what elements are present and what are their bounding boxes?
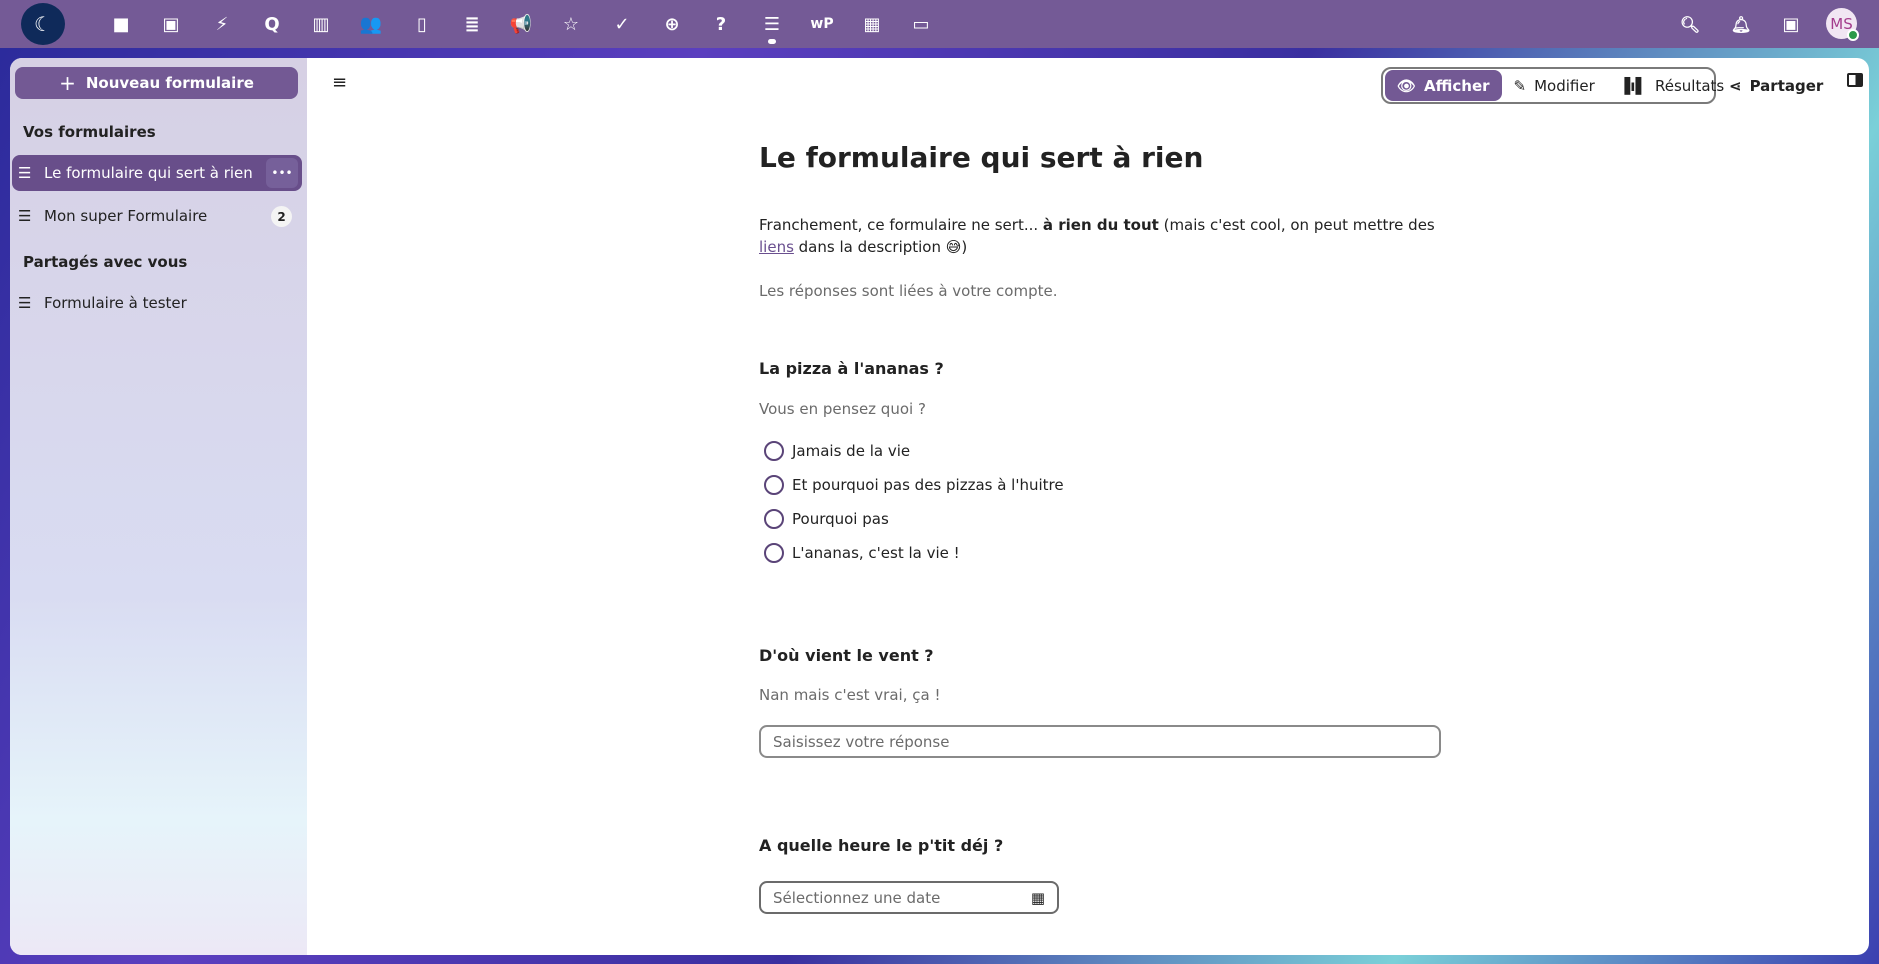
radio-button[interactable] [764,475,784,495]
view-mode-switch: 👁︎ Afficher ✎ Modifier ▐ı▌ Résultats [1381,67,1724,104]
photos-icon[interactable]: ▣ [157,10,185,38]
view-button[interactable]: 👁︎ Afficher [1385,70,1502,101]
logo[interactable]: ☾ [21,3,65,45]
contacts-icon[interactable]: 👥 [357,10,385,38]
page-title: Le formulaire qui sert à rien [759,141,1204,174]
cospend-icon[interactable]: ☆ [557,10,585,38]
sidebar: + Nouveau formulaire Vos formulaires ☰ Le … [10,58,307,955]
form-description: Franchement, ce formulaire ne sert... à … [759,216,1435,256]
tasks-icon[interactable]: ✓ [608,10,636,38]
answer-input[interactable]: Saisissez votre réponse [759,725,1441,758]
account-note: Les réponses sont liées à votre compte. [759,282,1058,300]
help-center-icon[interactable]: ⊕ [658,10,686,38]
desktop-icon[interactable]: ▭ [907,10,935,38]
tables-icon[interactable]: ▦ [858,10,886,38]
calendar-icon[interactable]: ▦ [1031,889,1045,907]
radio-button[interactable] [764,441,784,461]
pencil-icon: ✎ [1513,76,1527,95]
list-icon: ☰ [18,207,32,225]
search-talk-icon[interactable]: Q [258,10,286,38]
question-title: La pizza à l'ananas ? [759,359,944,378]
toggle-sidebar-icon[interactable] [1847,73,1863,87]
search-icon[interactable]: 🔍︎ [1676,10,1704,38]
app-panel: + Nouveau formulaire Vos formulaires ☰ Le … [10,58,1869,955]
share-icon: ⋖ [1729,77,1742,95]
announcements-icon[interactable]: 📢 [507,10,535,38]
new-form-button[interactable]: + Nouveau formulaire [15,67,298,99]
section-your-forms: Vos formulaires [23,123,156,141]
bar-chart-icon: ▐ı▌ [1618,76,1647,95]
files-icon[interactable]: ■ [107,10,135,38]
share-button[interactable]: ⋖ Partager [1729,71,1823,101]
question-title: D'où vient le vent ? [759,646,934,665]
results-button[interactable]: ▐ı▌ Résultats [1607,70,1736,101]
more-actions-button[interactable]: ••• [266,158,298,188]
edit-button[interactable]: ✎ Modifier [1502,70,1607,101]
wordpress-icon[interactable]: wP [808,10,836,38]
radio-button[interactable] [764,543,784,563]
bell-icon[interactable]: 🔔︎ [1727,10,1755,38]
help-icon[interactable]: ? [707,10,735,38]
sidebar-item-form[interactable]: ☰ Mon super Formulaire 2 [12,198,302,234]
radio-option[interactable]: Et pourquoi pas des pizzas à l'huitre [764,475,1064,495]
calendar-icon[interactable]: ▯ [408,10,436,38]
sidebar-item-form[interactable]: ☰ Le formulaire qui sert à rien ••• [12,155,302,191]
archive-icon[interactable]: ≣ [458,10,486,38]
top-bar: ☾ ■ ▣ ⚡ Q ▥ 👥 ▯ ≣ 📢 ☆ ✓ ⊕ ? ☰ wP ▦ ▭ 🔍︎ … [0,0,1879,48]
date-input[interactable]: Sélectionnez une date ▦ [759,881,1059,914]
eye-icon: 👁︎ [1397,76,1417,95]
sidebar-item-shared-form[interactable]: ☰ Formulaire à tester [12,285,302,321]
count-badge: 2 [271,206,292,227]
main-content: ≡ 👁︎ Afficher ✎ Modifier ▐ı▌ Résultats ⋖ Par… [307,58,1869,955]
forms-icon[interactable]: ☰ [758,10,786,44]
contacts-menu-icon[interactable]: ▣ [1777,10,1805,38]
deck-icon[interactable]: ▥ [307,10,335,38]
radio-button[interactable] [764,509,784,529]
list-icon: ☰ [18,294,32,312]
description-link[interactable]: liens [759,238,794,256]
avatar[interactable]: MS [1826,8,1859,41]
section-shared: Partagés avec vous [23,253,188,271]
question-subtitle: Nan mais c'est vrai, ça ! [759,686,941,704]
question-title: A quelle heure le p'tit déj ? [759,836,1004,855]
radio-option[interactable]: L'ananas, c'est la vie ! [764,543,960,563]
question-subtitle: Vous en pensez quoi ? [759,400,926,418]
radio-option[interactable]: Jamais de la vie [764,441,910,461]
activity-icon[interactable]: ⚡ [208,10,236,38]
plus-icon: + [59,71,76,95]
list-icon: ☰ [18,164,32,182]
status-online-icon [1847,29,1859,41]
radio-option[interactable]: Pourquoi pas [764,509,889,529]
toggle-navigation-icon[interactable]: ≡ [332,72,347,93]
